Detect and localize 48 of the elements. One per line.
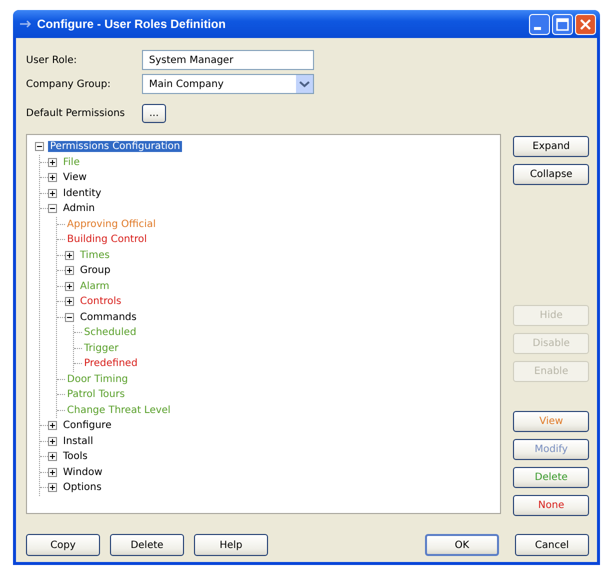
expand-icon[interactable] [65,266,74,276]
company-group-dropdown[interactable]: Main Company [142,74,314,94]
maximize-icon[interactable] [552,14,573,34]
dialog-button[interactable]: Copy [26,534,100,556]
tree-item[interactable]: Window [61,466,104,478]
tree-item[interactable]: Group [78,265,112,276]
tree-item[interactable]: Predefined [82,358,140,370]
minimize-icon[interactable] [529,14,550,34]
expand-icon[interactable] [65,250,74,260]
tree-item[interactable]: Building Control [65,234,149,246]
tree-item[interactable]: Permissions Configuration [48,141,182,152]
collapse-icon[interactable] [65,312,74,322]
side-button[interactable]: Expand [513,136,589,157]
collapse-icon[interactable] [48,204,57,214]
expand-icon[interactable] [48,158,57,167]
window-icon [19,19,33,29]
side-button[interactable]: None [513,495,589,516]
expand-icon[interactable] [48,188,57,198]
expand-icon[interactable] [48,421,57,430]
tree-item[interactable]: Configure [61,420,114,432]
tree-item[interactable]: Controls [78,296,124,308]
expand-icon[interactable] [48,468,57,477]
collapse-icon[interactable] [35,142,44,152]
side-button[interactable]: Collapse [513,164,589,185]
dialog-button[interactable]: Delete [110,534,184,556]
tree-item[interactable]: Commands [78,312,139,323]
field-label: Company Group: [26,78,112,90]
tree-item[interactable]: Options [61,482,104,494]
tree-item[interactable]: Install [61,436,96,447]
tree-item[interactable]: Tools [61,451,90,462]
tree-item[interactable]: View [61,172,89,184]
tree-item[interactable]: Admin [61,203,97,214]
expand-icon[interactable] [65,282,74,291]
browse-button[interactable]: ... [142,104,166,122]
dialog-button[interactable]: Help [194,534,268,556]
field-label: User Role: [26,54,78,66]
window-title: Configure - User Roles Definition [37,17,227,31]
expand-icon[interactable] [48,452,57,462]
expand-icon[interactable] [48,173,57,182]
expand-icon[interactable] [65,297,74,306]
user-role-field[interactable]: System Manager [142,50,314,70]
tree-item[interactable]: Identity [61,188,104,199]
dialog-button[interactable]: Cancel [515,534,589,556]
close-icon[interactable] [575,14,596,34]
dialog-button[interactable]: OK [425,534,499,556]
expand-icon[interactable] [48,436,57,446]
field-label: Default Permissions [26,108,126,118]
expand-icon[interactable] [48,483,57,492]
